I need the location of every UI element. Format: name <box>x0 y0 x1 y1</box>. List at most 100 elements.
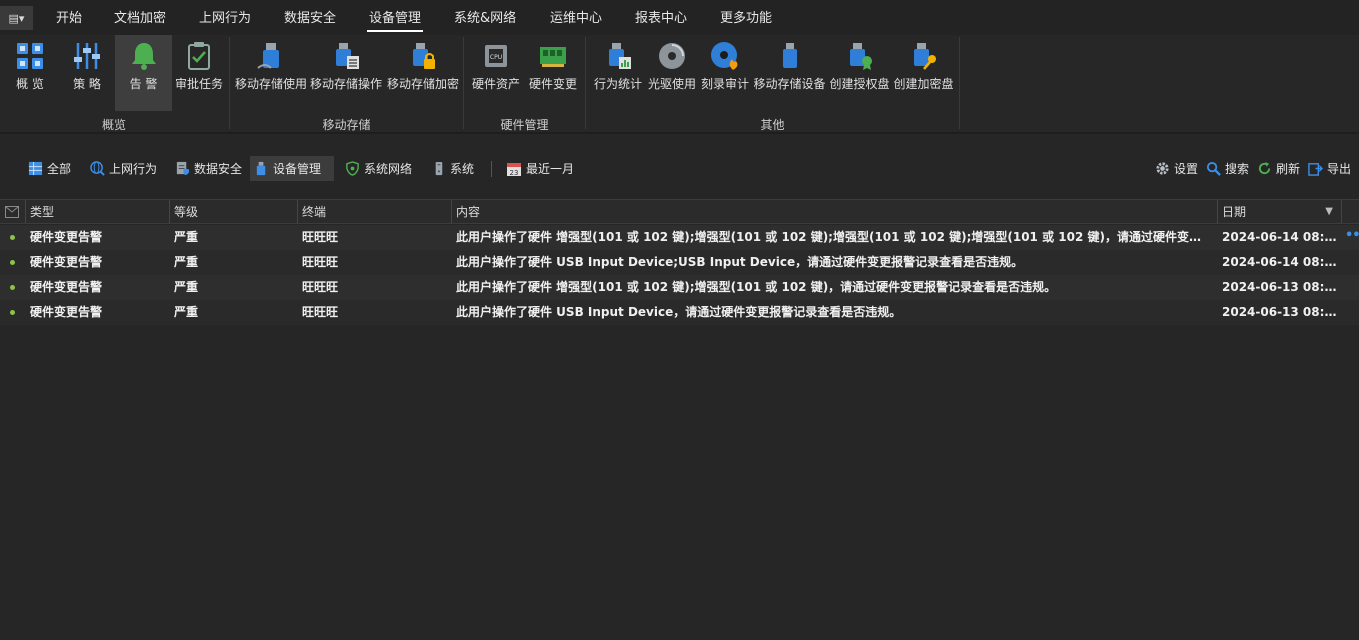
cell-content: 此用户操作了硬件 增强型(101 或 102 键);增强型(101 或 102 … <box>456 280 1057 294</box>
hardware-change-button[interactable]: 硬件变更 <box>525 35 581 111</box>
mobile-storage-usage-label: 移动存储使用 <box>234 77 307 91</box>
mobile-storage-operation-label: 移动存储操作 <box>309 77 382 91</box>
create-encrypted-disk-button[interactable]: 创建加密盘 <box>892 35 955 111</box>
filter-device-management[interactable]: 设备管理 <box>250 156 334 181</box>
burn-audit-label: 刻录审计 <box>700 77 749 91</box>
cell-terminal: 旺旺旺 <box>302 230 339 244</box>
export-button[interactable]: 导出 <box>1304 156 1354 181</box>
cpu-icon: CPU <box>485 45 507 67</box>
status-dot <box>10 285 15 290</box>
tab-start[interactable]: 开始 <box>56 0 82 35</box>
cell-level: 严重 <box>174 280 199 294</box>
usb-device-icon <box>782 43 797 68</box>
tab-doc-encryption[interactable]: 文档加密 <box>114 0 166 35</box>
usb-drive-list-icon <box>336 43 359 69</box>
cell-date: 2024-06-14 08:37:08 <box>1222 255 1342 269</box>
filter-device-management-label: 设备管理 <box>273 162 322 176</box>
mobile-storage-encryption-button[interactable]: 移动存储加密 <box>385 35 461 111</box>
disc-burn-icon <box>711 42 738 70</box>
behavior-statistics-label: 行为统计 <box>593 77 642 91</box>
alerts-button[interactable]: 告 警 <box>115 35 172 111</box>
cell-level: 严重 <box>174 230 199 244</box>
sort-descending-icon[interactable]: ▼ <box>1325 200 1333 224</box>
column-content[interactable]: 内容 <box>452 200 1218 223</box>
approval-tasks-button[interactable]: 审批任务 <box>172 35 226 111</box>
create-authorized-disk-button[interactable]: 创建授权盘 <box>828 35 891 111</box>
cell-terminal: 旺旺旺 <box>302 305 339 319</box>
document-shield-icon <box>176 161 190 176</box>
table-row[interactable]: 硬件变更告警 严重 旺旺旺 此用户操作了硬件 USB Input Device;… <box>0 250 1359 275</box>
policy-button[interactable]: 策 略 <box>60 35 114 111</box>
filter-all[interactable]: 全部 <box>24 156 80 181</box>
cell-type: 硬件变更告警 <box>30 280 103 294</box>
create-authorized-disk-label: 创建授权盘 <box>829 77 890 91</box>
refresh-button[interactable]: 刷新 <box>1253 156 1303 181</box>
burn-audit-button[interactable]: 刻录审计 <box>699 35 751 111</box>
more-options-icon[interactable]: ••• <box>1345 225 1359 250</box>
cell-type: 硬件变更告警 <box>30 230 103 244</box>
usb-stats-icon <box>609 43 631 69</box>
app-menu-button[interactable]: ▤▾ <box>0 6 33 30</box>
svg-text:CPU: CPU <box>490 54 502 61</box>
table-row[interactable]: 硬件变更告警 严重 旺旺旺 此用户操作了硬件 增强型(101 或 102 键);… <box>0 225 1359 250</box>
status-dot <box>10 310 15 315</box>
bell-icon <box>131 43 156 70</box>
tab-ops-center[interactable]: 运维中心 <box>550 0 602 35</box>
behavior-statistics-button[interactable]: 行为统计 <box>591 35 645 111</box>
status-dot <box>10 235 15 240</box>
filter-system-network[interactable]: 系统网络 <box>341 156 417 181</box>
policy-label: 策 略 <box>73 77 101 91</box>
filter-system[interactable]: 系统 <box>427 156 479 181</box>
status-dot <box>10 260 15 265</box>
mobile-storage-usage-button[interactable]: 移动存储使用 <box>234 35 308 111</box>
cell-terminal: 旺旺旺 <box>302 255 339 269</box>
column-type[interactable]: 类型 <box>26 200 170 223</box>
group-label-mobile-storage: 移动存储 <box>322 118 371 132</box>
table-row[interactable]: 硬件变更告警 严重 旺旺旺 此用户操作了硬件 USB Input Device，… <box>0 300 1359 325</box>
disc-icon <box>659 43 685 69</box>
hardware-assets-button[interactable]: CPU 硬件资产 <box>468 35 524 111</box>
usb-filter-icon <box>256 161 266 176</box>
export-label: 导出 <box>1327 162 1352 176</box>
column-date[interactable]: 日期 ▼ <box>1218 200 1342 223</box>
memory-card-icon <box>540 47 566 67</box>
filter-data-security[interactable]: 数据安全 <box>171 156 247 181</box>
cell-content: 此用户操作了硬件 增强型(101 或 102 键);增强型(101 或 102 … <box>456 230 1212 244</box>
toolbar-divider <box>491 161 492 177</box>
mobile-storage-operation-button[interactable]: 移动存储操作 <box>309 35 383 111</box>
mobile-storage-device-button[interactable]: 移动存储设备 <box>752 35 827 111</box>
tab-report-center[interactable]: 报表中心 <box>635 0 687 35</box>
usb-authorize-icon <box>849 43 872 70</box>
filter-system-network-label: 系统网络 <box>364 162 413 176</box>
tab-system-network[interactable]: 系统&网络 <box>454 0 516 35</box>
settings-button[interactable]: 设置 <box>1151 156 1201 181</box>
optical-drive-usage-button[interactable]: 光驱使用 <box>645 35 699 111</box>
mobile-storage-device-label: 移动存储设备 <box>753 77 826 91</box>
filter-last-month[interactable]: 23 最近一月 <box>502 156 578 181</box>
search-button[interactable]: 搜索 <box>1202 156 1252 181</box>
tower-pc-icon <box>435 161 443 176</box>
column-level[interactable]: 等级 <box>170 200 298 223</box>
table-row[interactable]: 硬件变更告警 严重 旺旺旺 此用户操作了硬件 增强型(101 或 102 键);… <box>0 275 1359 300</box>
table-header: 类型 等级 终端 内容 日期 ▼ <box>0 199 1359 224</box>
overview-button[interactable]: 概 览 <box>2 35 58 111</box>
filter-last-month-label: 最近一月 <box>526 162 575 176</box>
hardware-assets-label: 硬件资产 <box>471 77 520 91</box>
tab-more-features[interactable]: 更多功能 <box>720 0 772 35</box>
network-shield-icon <box>346 161 359 176</box>
refresh-icon <box>1258 161 1271 175</box>
list-menu-icon: ▤▾ <box>8 11 25 25</box>
column-terminal[interactable]: 终端 <box>298 200 452 223</box>
filter-toolbar: 全部 上网行为 数据安全 设备管理 系统网络 系统 23 最近一月 设置 搜索 … <box>0 150 1359 186</box>
tab-device-management[interactable]: 设备管理 <box>366 0 424 35</box>
column-status[interactable] <box>0 200 26 223</box>
tab-data-security[interactable]: 数据安全 <box>284 0 336 35</box>
calendar-day: 23 <box>510 169 519 177</box>
filter-all-label: 全部 <box>47 162 72 176</box>
filter-internet-behavior[interactable]: 上网行为 <box>86 156 162 181</box>
mobile-storage-encryption-label: 移动存储加密 <box>386 77 459 91</box>
alerts-label: 告 警 <box>129 77 158 91</box>
tab-internet-behavior[interactable]: 上网行为 <box>199 0 251 35</box>
calendar-icon: 23 <box>507 162 521 177</box>
filter-data-security-label: 数据安全 <box>194 162 243 176</box>
